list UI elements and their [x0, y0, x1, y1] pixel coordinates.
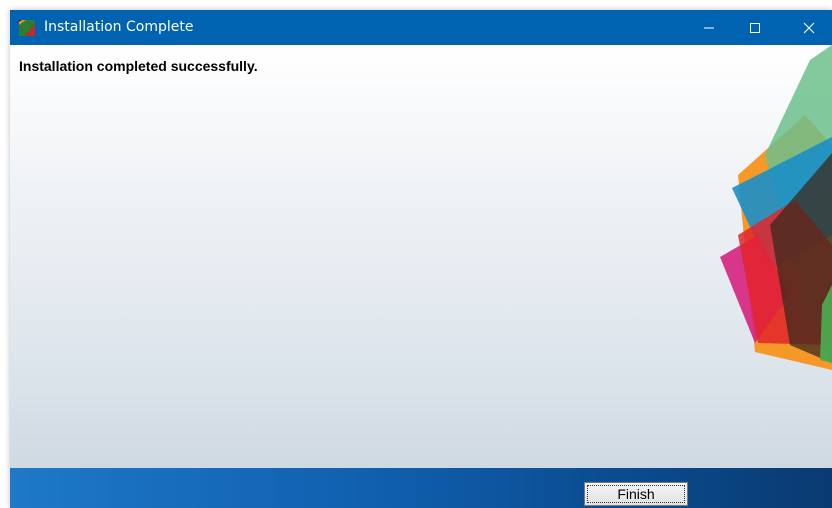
title-bar[interactable]: Installation Complete — [10, 10, 832, 45]
maximize-icon — [750, 22, 760, 33]
window-title: Installation Complete — [44, 19, 194, 35]
content-area: Installation completed successfully. — [10, 45, 832, 468]
finish-button-label: Finish — [617, 486, 655, 502]
footer-bar: Finish — [10, 468, 832, 508]
minimize-icon — [704, 27, 714, 28]
minimize-button[interactable] — [686, 10, 732, 45]
installer-window: Installation Complete Installation compl… — [10, 10, 832, 508]
decorative-shapes — [720, 45, 832, 370]
finish-button[interactable]: Finish — [584, 482, 688, 506]
maximize-button[interactable] — [732, 10, 778, 45]
completion-message: Installation completed successfully. — [19, 58, 258, 74]
close-button[interactable] — [786, 10, 832, 45]
close-icon — [803, 22, 815, 33]
installer-app-icon — [19, 20, 35, 36]
